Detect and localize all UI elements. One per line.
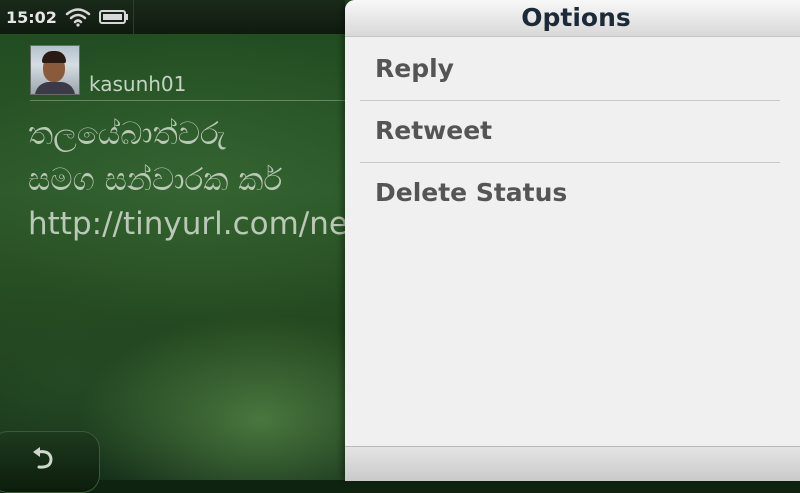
retweet-label: Retweet bbox=[375, 116, 493, 145]
clock: 15:02 bbox=[6, 7, 57, 27]
post-text-line: සමග සන්වාරක කර් bbox=[28, 162, 283, 198]
options-footer bbox=[345, 446, 800, 481]
options-panel: Options Reply Retweet Delete Status bbox=[345, 0, 800, 481]
status-bar-divider bbox=[133, 0, 134, 34]
status-post: kasunh01 තලයේබාත්වරු සමග සන්වාරක කර් htt… bbox=[0, 34, 345, 434]
post-link[interactable]: http://tinyurl.com/ne bbox=[28, 206, 345, 242]
delete-status-option[interactable]: Delete Status bbox=[360, 162, 780, 224]
reply-label: Reply bbox=[375, 54, 454, 83]
post-text-line: තලයේබාත්වරු bbox=[28, 116, 226, 152]
options-header: Options bbox=[345, 0, 800, 37]
reply-option[interactable]: Reply bbox=[360, 38, 780, 101]
status-bar: 15:02 bbox=[0, 0, 345, 34]
wifi-icon bbox=[65, 8, 91, 27]
options-title: Options bbox=[521, 3, 631, 32]
battery-icon bbox=[98, 10, 128, 24]
back-arrow-icon[interactable] bbox=[30, 446, 56, 472]
retweet-option[interactable]: Retweet bbox=[360, 100, 780, 163]
delete-status-label: Delete Status bbox=[375, 178, 568, 207]
post-divider bbox=[30, 100, 345, 101]
user-avatar[interactable] bbox=[30, 45, 80, 95]
post-username[interactable]: kasunh01 bbox=[89, 72, 186, 96]
